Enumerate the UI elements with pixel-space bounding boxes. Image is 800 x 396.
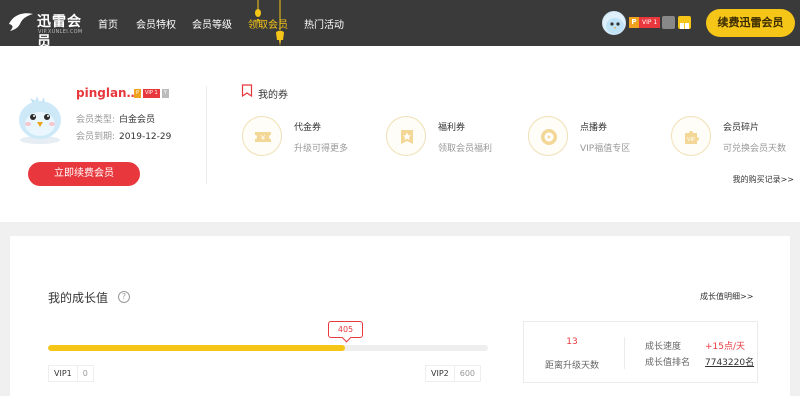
coupon-fragments-desc: 可兑换会员天数 — [723, 144, 787, 154]
coupon-welfare[interactable]: 福利券 领取会员福利 — [386, 116, 526, 156]
growth-rank-row: 成长值排名 7743220名 — [645, 355, 754, 368]
help-icon[interactable]: ? — [118, 291, 130, 303]
coupons-title: 我的券 — [258, 90, 288, 101]
growth-card: 我的成长值 ? 成长值明细>> 405 VIP1 0 VIP2 600 13 距… — [10, 236, 790, 396]
coupon-voucher[interactable]: ¥ 代金券 升级可得更多 — [242, 116, 382, 156]
device-icon[interactable] — [662, 16, 675, 29]
ticket-icon: ¥ — [255, 132, 271, 142]
growth-value-bubble: 405 — [328, 321, 363, 338]
year-badge-icon: Y — [161, 89, 169, 98]
bird-logo-icon — [9, 13, 33, 31]
header-vip-badge: P VIP 1 — [629, 17, 661, 28]
growth-rank-label: 成长值排名 — [645, 358, 691, 368]
bird-avatar-large-icon — [19, 96, 61, 144]
expire-label: 会员到期: — [76, 132, 116, 142]
username: pinglan… — [76, 86, 139, 100]
growth-speed-row: 成长速度 +15点/天 — [645, 339, 745, 352]
play-icon — [541, 129, 557, 145]
expire-date: 2019-12-29 — [119, 132, 172, 142]
profile-vip-badges: P VIP 1 Y — [134, 89, 169, 98]
expire-row: 会员到期: 2019-12-29 — [76, 129, 171, 142]
growth-progress-fill — [48, 345, 345, 351]
profile-vip-level: VIP 1 — [143, 89, 160, 98]
days-to-upgrade: 13 — [566, 337, 578, 347]
growth-progress-bar — [48, 345, 488, 351]
coupon-welfare-desc: 领取会员福利 — [438, 144, 493, 154]
growth-rank-value[interactable]: 7743220名 — [705, 355, 754, 368]
xunlei-vip-logo[interactable]: 迅雷会员 VIP.XUNLEI.COM — [8, 8, 90, 50]
svg-text:¥: ¥ — [261, 134, 266, 142]
coupon-welfare-icon-wrap — [386, 116, 426, 156]
p-badge-icon: P — [134, 89, 142, 98]
coupon-ondemand-name: 点播券 — [580, 123, 608, 133]
growth-speed-label: 成长速度 — [645, 342, 682, 352]
bird-avatar-icon — [606, 18, 624, 34]
top-navbar: 迅雷会员 VIP.XUNLEI.COM 首页 会员特权 会员等级 领取会员 热门… — [0, 0, 800, 50]
gift-icon[interactable] — [678, 16, 691, 29]
nav-home[interactable]: 首页 — [98, 16, 118, 31]
coupon-voucher-desc: 升级可得更多 — [294, 144, 349, 154]
stats-divider — [624, 337, 625, 369]
user-avatar[interactable] — [602, 11, 626, 35]
nav-claim-vip[interactable]: 领取会员 — [248, 16, 288, 31]
star-badge-icon — [401, 130, 413, 144]
coupon-voucher-name: 代金券 — [294, 123, 322, 133]
level-next-name: VIP2 — [431, 369, 449, 378]
member-type-label: 会员类型: — [76, 115, 116, 125]
level-current-name: VIP1 — [54, 369, 72, 378]
vip-level-badge: VIP 1 — [639, 17, 661, 28]
nav-privileges[interactable]: 会员特权 — [136, 16, 176, 31]
growth-stats-box: 13 距离升级天数 成长速度 +15点/天 成长值排名 7743220名 — [523, 321, 758, 383]
coupon-ondemand-desc: VIP福值专区 — [580, 144, 631, 154]
coupon-fragments-name: 会员碎片 — [723, 123, 760, 133]
coupon-voucher-icon-wrap: ¥ — [242, 116, 282, 156]
svg-text:VIP: VIP — [687, 137, 695, 143]
nav-levels[interactable]: 会员等级 — [192, 16, 232, 31]
growth-speed-value: +15点/天 — [705, 342, 746, 352]
p-badge-icon: P — [629, 17, 639, 28]
coupon-welfare-name: 福利券 — [438, 123, 466, 133]
bookmark-icon — [241, 84, 253, 97]
renew-membership-button[interactable]: 立即续费会员 — [28, 162, 140, 186]
logo-subtext: VIP.XUNLEI.COM — [38, 29, 83, 35]
profile-card: pinglan… P VIP 1 Y 会员类型: 白金会员 会员到期: 2019-1… — [0, 46, 800, 222]
member-type-value: 白金会员 — [119, 115, 156, 125]
days-to-upgrade-label: 距离升级天数 — [544, 361, 599, 371]
coupon-fragments[interactable]: VIP 会员碎片 可兑换会员天数 — [671, 116, 800, 156]
header-renew-button[interactable]: 续费迅雷会员 — [706, 9, 795, 37]
nav-hot-events[interactable]: 热门活动 — [304, 16, 344, 31]
growth-detail-link[interactable]: 成长值明细>> — [700, 291, 753, 302]
level-next: VIP2 600 — [425, 365, 482, 382]
purchase-history-link[interactable]: 我的购买记录>> — [733, 174, 794, 185]
level-current-value: 0 — [76, 366, 93, 381]
coupon-ondemand[interactable]: 点播券 VIP福值专区 — [528, 116, 668, 156]
growth-title: 我的成长值 — [48, 291, 109, 305]
level-next-value: 600 — [453, 366, 480, 381]
coupon-fragments-icon-wrap: VIP — [671, 116, 711, 156]
coupon-ondemand-icon-wrap — [528, 116, 568, 156]
puzzle-icon: VIP — [685, 131, 699, 144]
divider — [206, 86, 207, 184]
level-current: VIP1 0 — [48, 365, 94, 382]
member-type-row: 会员类型: 白金会员 — [76, 112, 155, 125]
